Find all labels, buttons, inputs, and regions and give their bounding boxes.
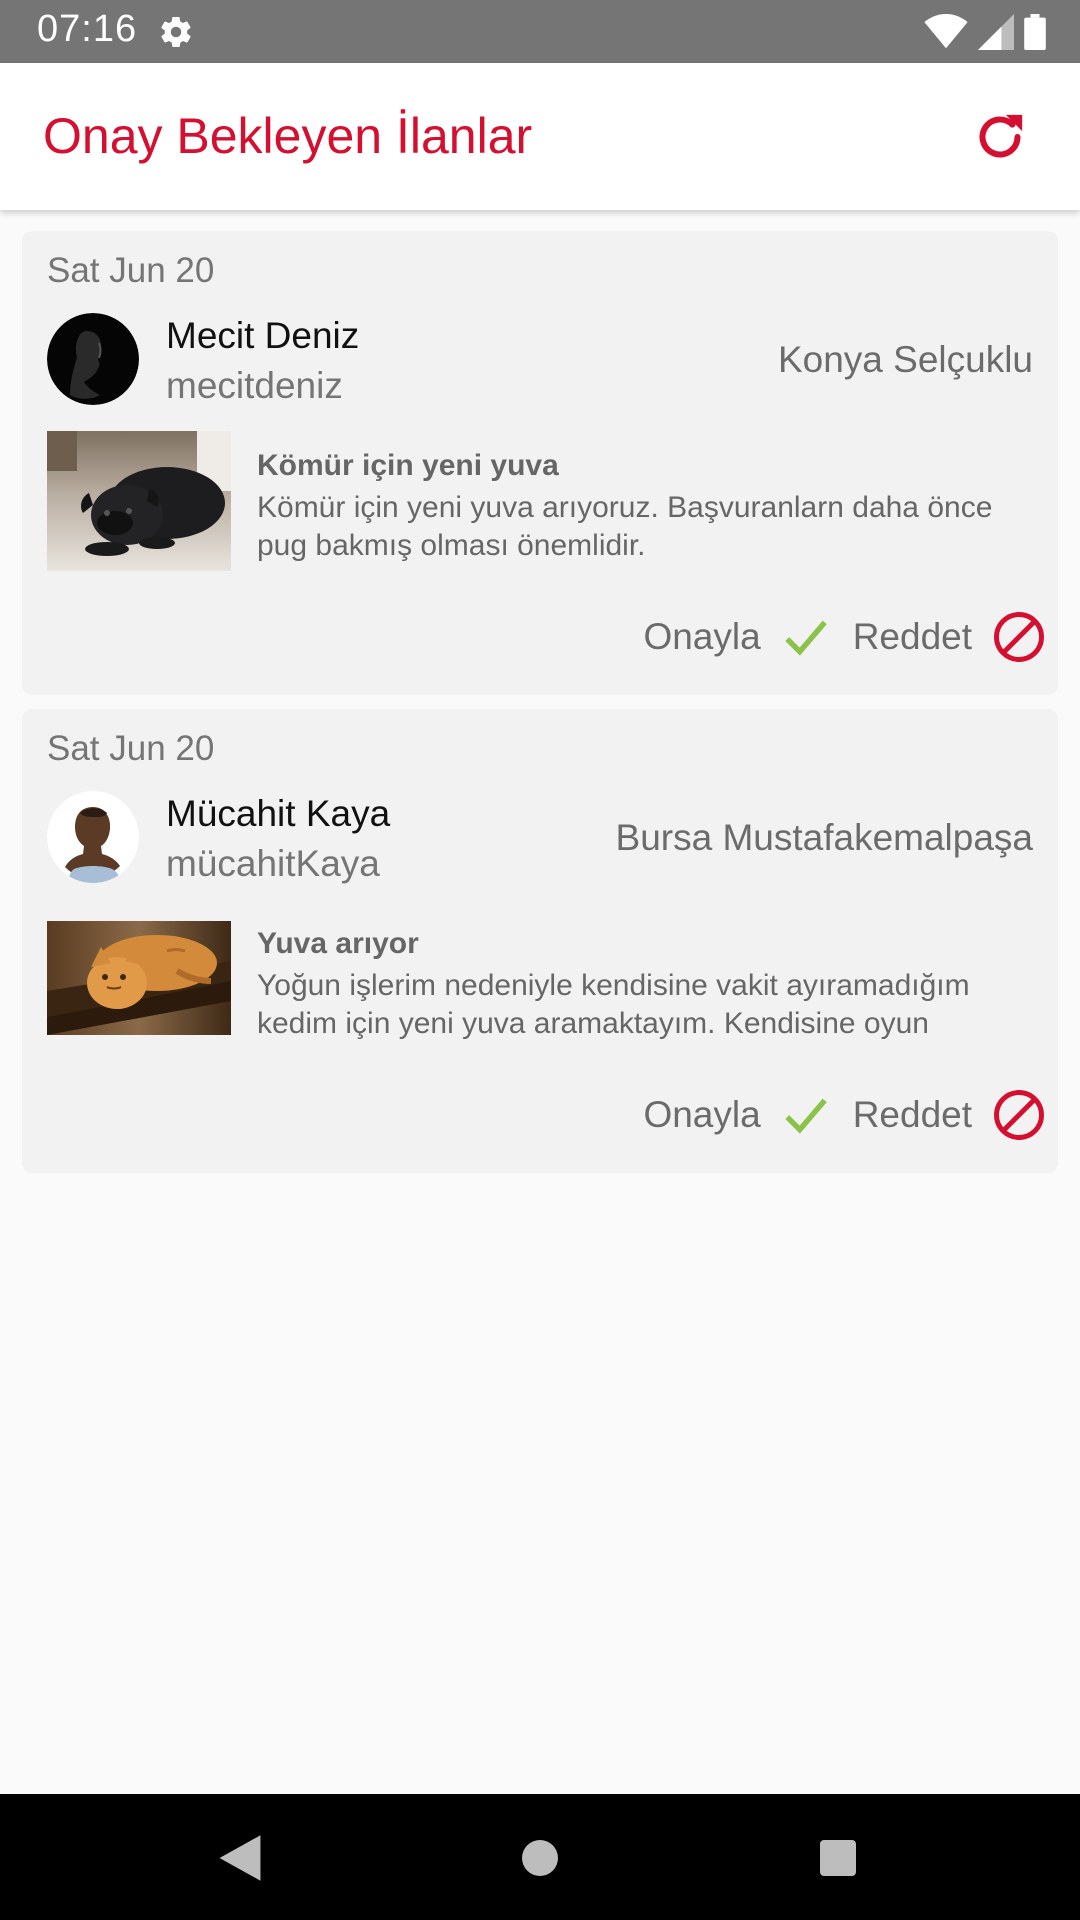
status-bar: 07:16 bbox=[0, 0, 1080, 63]
home-button[interactable] bbox=[510, 1828, 570, 1888]
system-navigation-bar bbox=[0, 1794, 1080, 1920]
gear-icon bbox=[161, 16, 191, 48]
listing-description: Yoğun işlerim nedeniyle kendisine vakit … bbox=[257, 969, 970, 1040]
user-name: Mecit Deniz bbox=[166, 315, 360, 356]
approve-button[interactable]: Onayla bbox=[643, 612, 830, 662]
avatar bbox=[47, 313, 139, 405]
refresh-button[interactable] bbox=[968, 105, 1032, 169]
listing-location: Bursa Mustafakemalpaşa bbox=[615, 817, 1033, 858]
reject-button[interactable]: Reddet bbox=[853, 610, 1046, 664]
user-handle: mecitdeniz bbox=[166, 365, 343, 406]
cell-signal-icon bbox=[978, 14, 1014, 50]
listing-thumbnail-cat bbox=[47, 921, 231, 1035]
user-name: Mücahit Kaya bbox=[166, 793, 391, 834]
approve-button[interactable]: Onayla bbox=[643, 1090, 830, 1140]
listing-description: Kömür için yeni yuva arıyoruz. Başvuranl… bbox=[257, 491, 993, 562]
check-icon bbox=[785, 1098, 827, 1134]
approve-label: Onayla bbox=[643, 1094, 761, 1135]
status-time: 07:16 bbox=[37, 8, 138, 50]
back-button[interactable] bbox=[210, 1828, 270, 1888]
app-bar: Onay Bekleyen İlanlar bbox=[0, 63, 1080, 210]
listing-card[interactable]: Sat Jun 20 Mecit Deniz mecitdeniz Konya … bbox=[22, 231, 1058, 695]
listing-actions: Onayla Reddet bbox=[643, 609, 1046, 665]
back-icon bbox=[219, 1835, 261, 1881]
home-icon bbox=[522, 1840, 558, 1876]
listing-date: Sat Jun 20 bbox=[47, 729, 215, 768]
listing-title: Yuva arıyor bbox=[257, 927, 419, 960]
reject-label: Reddet bbox=[852, 1094, 972, 1135]
recents-button[interactable] bbox=[808, 1828, 868, 1888]
reject-label: Reddet bbox=[852, 616, 972, 657]
battery-icon bbox=[1024, 14, 1046, 50]
user-handle: mücahitKaya bbox=[166, 843, 380, 884]
listing-card[interactable]: Sat Jun 20 Mücahit Kaya mücahitKaya Burs… bbox=[22, 709, 1058, 1173]
ban-icon bbox=[994, 612, 1044, 662]
refresh-icon bbox=[979, 114, 1023, 158]
listing-location: Konya Selçuklu bbox=[777, 339, 1033, 380]
recents-icon bbox=[820, 1840, 856, 1876]
listing-title: Kömür için yeni yuva bbox=[257, 449, 559, 482]
listing-date: Sat Jun 20 bbox=[47, 251, 215, 290]
check-icon bbox=[785, 620, 827, 656]
approve-label: Onayla bbox=[643, 616, 761, 657]
reject-button[interactable]: Reddet bbox=[853, 1088, 1046, 1142]
listing-actions: Onayla Reddet bbox=[643, 1087, 1046, 1143]
avatar bbox=[47, 791, 139, 883]
wifi-icon bbox=[924, 14, 968, 49]
listing-thumbnail-pug bbox=[47, 431, 231, 571]
page-title: Onay Bekleyen İlanlar bbox=[43, 108, 533, 164]
status-icons bbox=[924, 14, 1046, 50]
ban-icon bbox=[994, 1090, 1044, 1140]
